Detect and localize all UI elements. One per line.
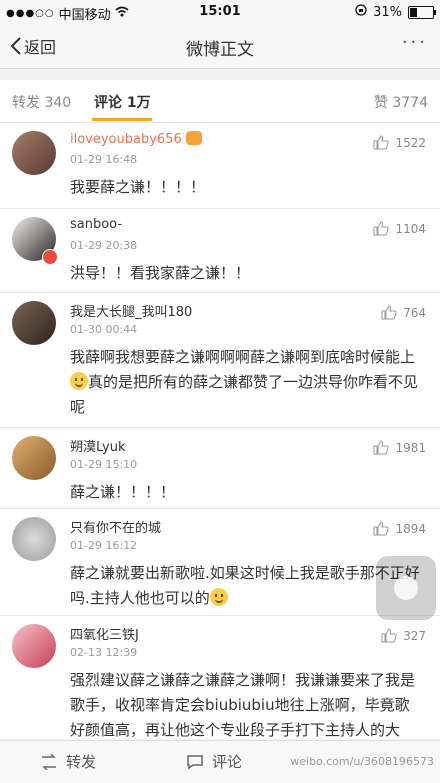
comment-text: 薛之谦！！！！ xyxy=(70,483,176,501)
comment-time: 02-13 12:39 xyxy=(70,646,138,659)
like-button[interactable]: 1894 xyxy=(373,521,426,536)
nav-bar: 返回 微博正文 ··· xyxy=(0,24,440,69)
comment-text: 薛之谦就要出新歌啦.如果这时候上我是歌手那不正好吗.主持人他也可以的 xyxy=(70,564,420,607)
comment-username[interactable]: 朔漠Lyuk xyxy=(70,436,126,455)
battery-percent: 31% xyxy=(373,4,402,20)
comment-button[interactable]: 评论 xyxy=(186,751,242,772)
like-count: 764 xyxy=(403,305,426,320)
smile-emoji-icon xyxy=(70,372,88,390)
thumbs-up-icon xyxy=(381,305,397,320)
comment-username[interactable]: 四氧化三铁J xyxy=(70,624,139,643)
comment-time: 01-29 16:12 xyxy=(70,539,138,552)
bottom-toolbar: 转发 评论 weibo.com/u/3608196573 xyxy=(0,740,440,783)
comment-time: 01-29 15:10 xyxy=(70,458,138,471)
tab-bar: 转发 340 评论 1万 赞 3774 xyxy=(0,80,440,123)
comment-time: 01-29 16:48 xyxy=(70,153,138,166)
tab-likes[interactable]: 赞 3774 xyxy=(374,92,428,112)
battery-fill xyxy=(410,7,417,17)
active-tab-indicator xyxy=(92,118,152,121)
comment-item: 朔漠Lyuk 01-29 15:10 1981 薛之谦！！！！ xyxy=(0,428,440,509)
avatar[interactable] xyxy=(12,517,56,561)
comment-icon xyxy=(187,754,203,769)
thumbs-up-icon xyxy=(373,135,390,150)
comment-item: 四氧化三铁J 02-13 12:39 327 强烈建议薛之谦薛之谦薛之谦啊！我谦… xyxy=(0,616,440,739)
smile-emoji-icon xyxy=(209,588,228,606)
more-options-button[interactable]: ··· xyxy=(402,32,428,53)
thumbs-up-icon xyxy=(373,440,390,455)
like-button[interactable]: 1104 xyxy=(373,221,426,236)
like-button[interactable]: 764 xyxy=(381,305,426,320)
comment-text: 强烈建议薛之谦薛之谦薛之谦啊！我谦谦要来了我是歌手，收视率肯定会biubiubi… xyxy=(70,671,416,739)
watermark: weibo.com/u/3608196573 xyxy=(290,755,434,768)
like-count: 1104 xyxy=(395,221,426,236)
comment-item: sanboo- 01-29 20:38 1104 洪导！！看我家薛之谦！！ xyxy=(0,209,440,293)
comment-item: 我是大长腿_我叫180 01-30 00:44 764 我薛啊我想要薛之谦啊啊啊… xyxy=(0,293,440,428)
rotation-lock-icon xyxy=(355,4,367,20)
comment-username[interactable]: iloveyoubaby656 xyxy=(70,131,202,147)
avatar[interactable] xyxy=(12,436,56,480)
like-count: 1894 xyxy=(395,521,426,536)
repost-icon xyxy=(42,753,56,770)
assistive-touch-button[interactable] xyxy=(376,556,436,620)
battery-icon xyxy=(408,5,436,19)
tab-repost[interactable]: 转发 340 xyxy=(12,92,71,112)
avatar[interactable] xyxy=(12,301,56,345)
verified-badge-icon xyxy=(42,249,58,265)
like-button[interactable]: 1522 xyxy=(373,135,426,150)
repost-button[interactable]: 转发 xyxy=(40,751,96,772)
comment-text: 洪导！！看我家薛之谦！！ xyxy=(70,264,251,282)
comment-username[interactable]: 我是大长腿_我叫180 xyxy=(70,301,192,320)
comment-text: 我薛啊我想要薛之谦啊啊啊薛之谦啊到底啥时候能上真的是把所有的薛之谦都赞了一边洪导… xyxy=(70,348,419,416)
like-count: 1981 xyxy=(395,440,426,455)
like-button[interactable]: 1981 xyxy=(373,440,426,455)
comment-item: iloveyoubaby656 01-29 16:48 1522 我要薛之谦！！… xyxy=(0,123,440,209)
tab-comments[interactable]: 评论 1万 xyxy=(94,92,151,112)
page-title: 微博正文 xyxy=(186,40,254,60)
member-crown-icon xyxy=(185,131,202,145)
comment-item: 只有你不在的城 01-29 16:12 1894 薛之谦就要出新歌啦.如果这时候… xyxy=(0,509,440,616)
comment-list[interactable]: iloveyoubaby656 01-29 16:48 1522 我要薛之谦！！… xyxy=(0,123,440,739)
avatar[interactable] xyxy=(12,624,56,668)
comment-time: 01-30 00:44 xyxy=(70,323,138,336)
thumbs-up-icon xyxy=(373,521,390,536)
like-count: 327 xyxy=(403,628,426,643)
comment-text: 我要薛之谦！！！！ xyxy=(70,178,206,196)
like-count: 1522 xyxy=(395,135,426,150)
like-button[interactable]: 327 xyxy=(381,628,426,643)
comment-time: 01-29 20:38 xyxy=(70,239,138,252)
comment-username[interactable]: 只有你不在的城 xyxy=(70,517,161,536)
comment-username[interactable]: sanboo- xyxy=(70,217,122,232)
thumbs-up-icon xyxy=(373,221,390,236)
avatar[interactable] xyxy=(12,131,56,175)
status-bar: ●●●○○ 中国移动 15:01 31% xyxy=(0,0,440,24)
thumbs-up-icon xyxy=(381,628,397,643)
